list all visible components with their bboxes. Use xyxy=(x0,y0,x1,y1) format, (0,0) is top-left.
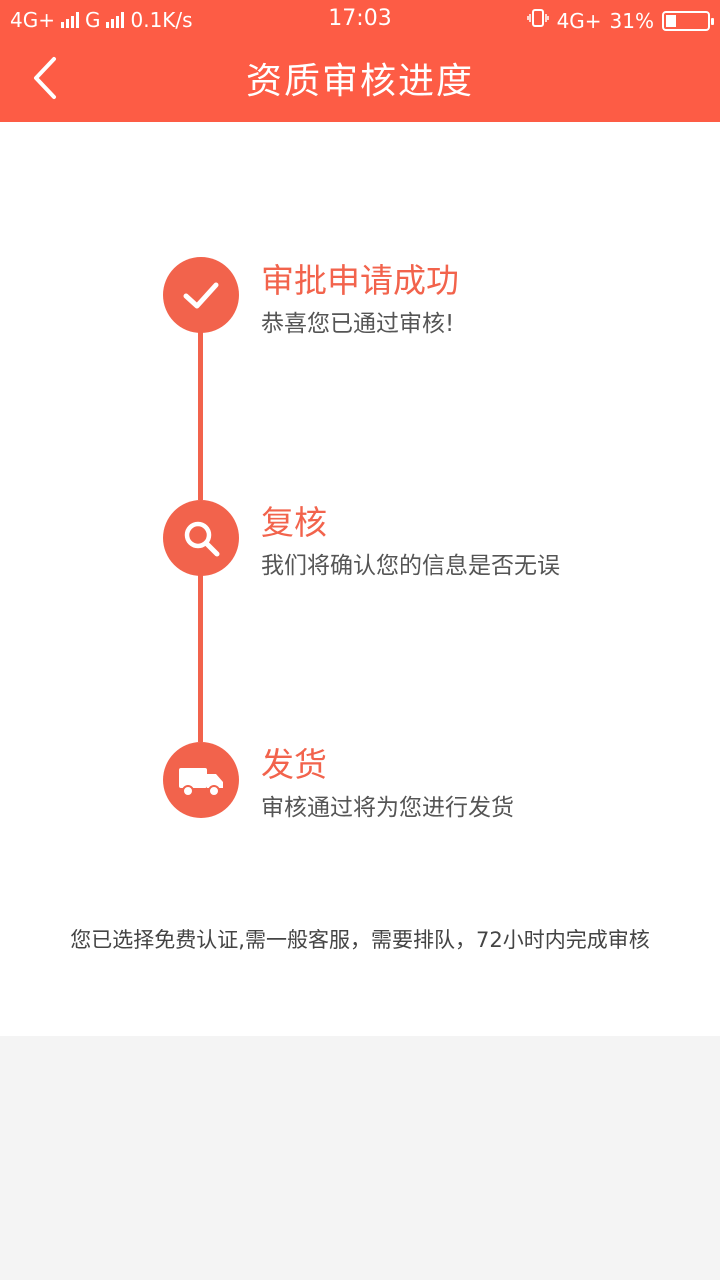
battery-icon xyxy=(662,10,714,31)
search-icon xyxy=(184,521,220,557)
status-bar: 4G+ G 0.1K/s 17:03 4G+ 31% xyxy=(0,0,720,40)
step-1-badge xyxy=(163,257,239,333)
step-3-desc: 审核通过将为您进行发货 xyxy=(261,795,514,821)
review-note: 您已选择免费认证,需一般客服，需要排队，72小时内完成审核 xyxy=(70,928,650,952)
step-3-badge xyxy=(163,742,239,818)
battery-percent: 31% xyxy=(609,8,654,33)
vibrate-icon xyxy=(526,8,549,33)
progress-content: 审批申请成功 恭喜您已通过审核! 复核 我们将确认您的信息是否无误 发货 审核通… xyxy=(0,122,720,1036)
check-icon xyxy=(183,282,219,309)
network-type-3: 4G+ xyxy=(556,8,602,33)
step-3-title: 发货 xyxy=(261,745,327,784)
status-right: 4G+ 31% xyxy=(526,8,714,33)
step-2-badge xyxy=(163,500,239,576)
step-1-desc: 恭喜您已通过审核! xyxy=(261,311,455,337)
app-header: 4G+ G 0.1K/s 17:03 4G+ 31% 资质审核进度 xyxy=(0,0,720,122)
step-2-desc: 我们将确认您的信息是否无误 xyxy=(261,553,560,579)
page-title: 资质审核进度 xyxy=(245,61,474,102)
step-1-title: 审批申请成功 xyxy=(261,261,459,300)
step-2-title: 复核 xyxy=(261,503,327,542)
timeline-connector xyxy=(198,330,203,500)
truck-icon xyxy=(179,768,223,797)
timeline-connector xyxy=(198,572,203,742)
